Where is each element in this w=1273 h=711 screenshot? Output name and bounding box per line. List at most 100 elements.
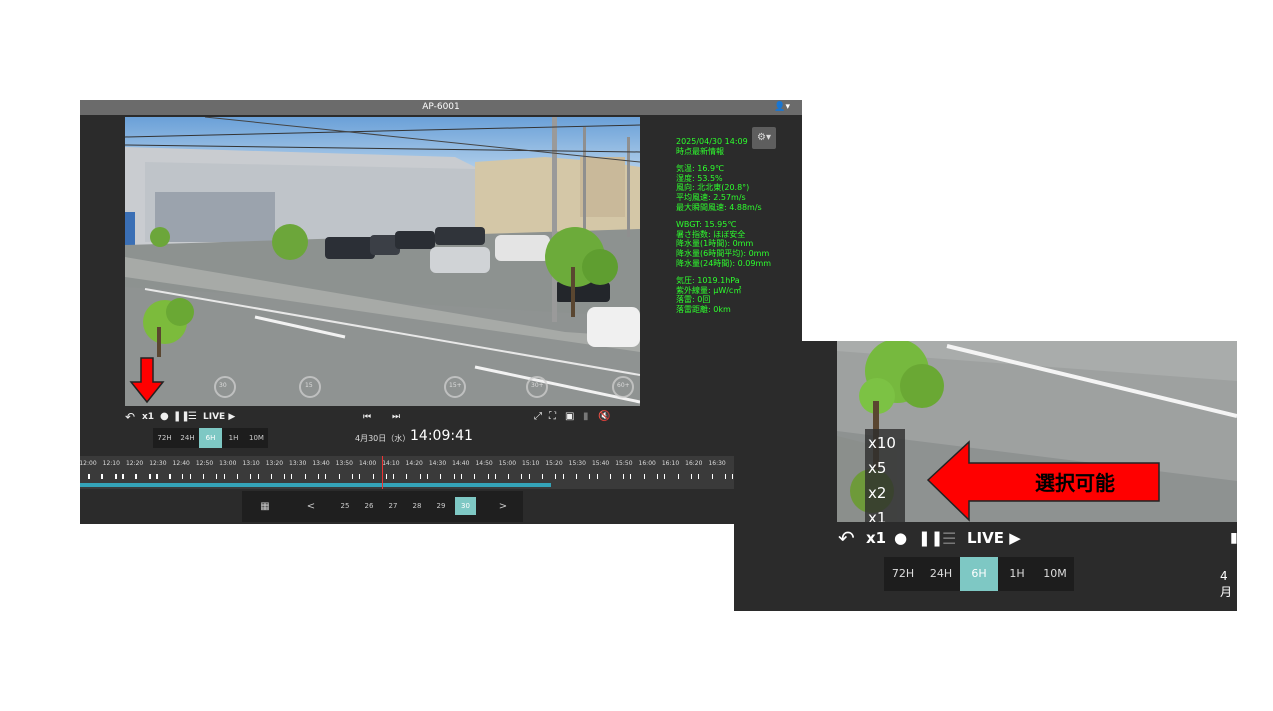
timeline-mark — [203, 474, 204, 479]
inset-time-range-selector: 72H 24H 6H 1H 10M — [884, 557, 1074, 591]
annotation-down-arrow — [129, 357, 165, 404]
sensor-heat-index: 暑さ指数: ほぼ安全 — [676, 229, 746, 239]
timeline-tick-label: 15:50 — [615, 460, 633, 467]
timeline-tick-label: 13:00 — [219, 460, 237, 467]
sensor-datetime: 2025/04/30 14:09 — [676, 137, 748, 146]
range-1h-button[interactable]: 1H — [998, 557, 1036, 591]
date-item-active[interactable]: 30 — [455, 497, 476, 515]
mute-icon[interactable]: 🔇 — [598, 406, 610, 428]
timeline-mark — [677, 474, 679, 479]
menu-icon[interactable]: ☰ — [942, 522, 956, 555]
speed-button[interactable]: x1 — [866, 522, 886, 555]
live-button[interactable]: LIVE ▶ — [203, 406, 235, 428]
speed-option-x5[interactable]: x5 — [868, 459, 886, 477]
range-24h-button[interactable]: 24H — [176, 428, 199, 448]
timeline-tick-label: 14:30 — [428, 460, 447, 467]
sensor-uv: 紫外線量: μW/c㎡ — [676, 285, 742, 295]
timeline-mark — [419, 474, 421, 479]
date-next-button[interactable]: > — [496, 491, 510, 522]
sensor-humidity: 湿度: 53.5% — [676, 173, 723, 183]
range-1h-button[interactable]: 1H — [222, 428, 245, 448]
inset-control-bar: ↶ x1 ● ❚❚ ☰ LIVE ▶ ▮ — [734, 522, 1237, 555]
date-item[interactable]: 29 — [434, 491, 448, 522]
sensor-temperature: 気温: 16.9℃ — [676, 164, 725, 174]
speed-menu: x10 x5 x2 x1 — [865, 429, 905, 527]
timeline-mark — [664, 474, 666, 479]
timeline-tick-label: 12:10 — [102, 460, 120, 467]
timeline-mark — [690, 474, 692, 479]
timeline-tick-label: 15:00 — [498, 460, 517, 467]
inset-date-partial: 4月 — [1220, 569, 1233, 599]
timeline-tick-label: 14:50 — [475, 460, 493, 467]
timeline-mark — [724, 474, 726, 479]
timeline-mark — [623, 474, 625, 479]
back-icon[interactable]: ↶ — [125, 406, 135, 428]
fullscreen-icon[interactable]: ⛶ — [549, 406, 556, 428]
range-10m-button[interactable]: 10M — [245, 428, 268, 448]
range-24h-button[interactable]: 24H — [922, 557, 960, 591]
current-time: 14:09:41 — [410, 428, 473, 444]
timeline-mark — [393, 474, 395, 479]
timeline-mark — [359, 474, 361, 479]
timeline-mark — [453, 474, 455, 479]
range-6h-button[interactable]: 6H — [960, 557, 998, 591]
timeline-mark — [216, 474, 218, 479]
location-pin-icon[interactable]: ● — [160, 406, 169, 428]
timeline-mark — [542, 474, 543, 479]
timeline-playhead[interactable] — [382, 456, 383, 489]
back-icon[interactable]: ↶ — [838, 522, 855, 555]
timeline-mark — [440, 474, 442, 479]
date-item[interactable]: 25 — [338, 491, 352, 522]
date-item[interactable]: 28 — [410, 491, 424, 522]
menu-icon[interactable]: ☰ — [188, 406, 197, 428]
live-button[interactable]: LIVE ▶ — [967, 522, 1021, 555]
forward-60-icon[interactable]: 60+ — [617, 382, 630, 389]
timeline-mark — [494, 474, 496, 479]
camera-feed[interactable]: 30 15 15+ 30+ 60+ — [125, 117, 640, 406]
speed-option-x2[interactable]: x2 — [868, 484, 886, 502]
date-selector: ▦ < 25 26 27 28 29 30 > — [242, 491, 523, 522]
location-pin-icon[interactable]: ● — [894, 522, 907, 555]
previous-icon[interactable]: ⏮ — [363, 406, 371, 428]
camera-snapshot-icon[interactable]: ▣ — [565, 406, 574, 428]
recording-markers — [80, 474, 760, 479]
timeline-mark — [385, 474, 387, 479]
timeline-mark — [338, 474, 340, 479]
microphone-icon[interactable]: ▮ — [583, 406, 589, 428]
timeline-mark — [270, 474, 272, 479]
timeline-mark — [562, 474, 564, 479]
range-72h-button[interactable]: 72H — [153, 428, 176, 448]
user-menu-button[interactable]: 👤▾ — [774, 100, 790, 115]
player-control-bar: ↶ x1 ● ❚❚ ☰ LIVE ▶ ⏮ ⏭ ⤢ ⛶ ▣ ▮ 🔇 — [80, 406, 734, 428]
timeline-tick-label: 14:10 — [382, 460, 400, 467]
range-10m-button[interactable]: 10M — [1036, 557, 1074, 591]
next-icon[interactable]: ⏭ — [392, 406, 400, 428]
timeline-tick-label: 14:40 — [452, 460, 470, 467]
timeline-tick-label: 12:00 — [80, 460, 97, 467]
speed-option-x10[interactable]: x10 — [868, 434, 896, 452]
range-72h-button[interactable]: 72H — [884, 557, 922, 591]
rewind-30-icon[interactable]: 30 — [219, 382, 227, 389]
timeline-mark — [657, 474, 658, 479]
sensor-wind-avg: 平均風速: 2.57m/s — [676, 192, 746, 202]
pause-icon[interactable]: ❚❚ — [918, 522, 943, 555]
date-item[interactable]: 27 — [386, 491, 400, 522]
timeline-mark — [528, 474, 530, 479]
sensor-lightning: 落雷: 0回 — [676, 295, 711, 305]
timeline-mark — [148, 474, 151, 479]
date-item[interactable]: 26 — [362, 491, 376, 522]
speed-button[interactable]: x1 — [142, 406, 154, 428]
range-6h-button[interactable]: 6H — [199, 428, 222, 448]
gear-icon[interactable]: ⚙▾ — [752, 127, 776, 149]
forward-30-icon[interactable]: 30+ — [531, 382, 544, 389]
timeline-mark — [88, 474, 90, 479]
date-prev-button[interactable]: < — [304, 491, 318, 522]
calendar-icon[interactable]: ▦ — [258, 491, 272, 522]
expand-icon[interactable]: ⤢ — [534, 406, 542, 428]
timeline-tick-label: 14:00 — [358, 460, 377, 467]
sensor-wbgt: WBGT: 15.95℃ — [676, 220, 737, 230]
sensor-pressure: 気圧: 1019.1hPa — [676, 276, 740, 286]
forward-15-icon[interactable]: 15+ — [449, 382, 462, 389]
rewind-15-icon[interactable]: 15 — [305, 382, 313, 389]
timeline[interactable]: 12:00 12:10 12:20 12:30 12:40 12:50 13:00 13:10… — [80, 456, 760, 489]
